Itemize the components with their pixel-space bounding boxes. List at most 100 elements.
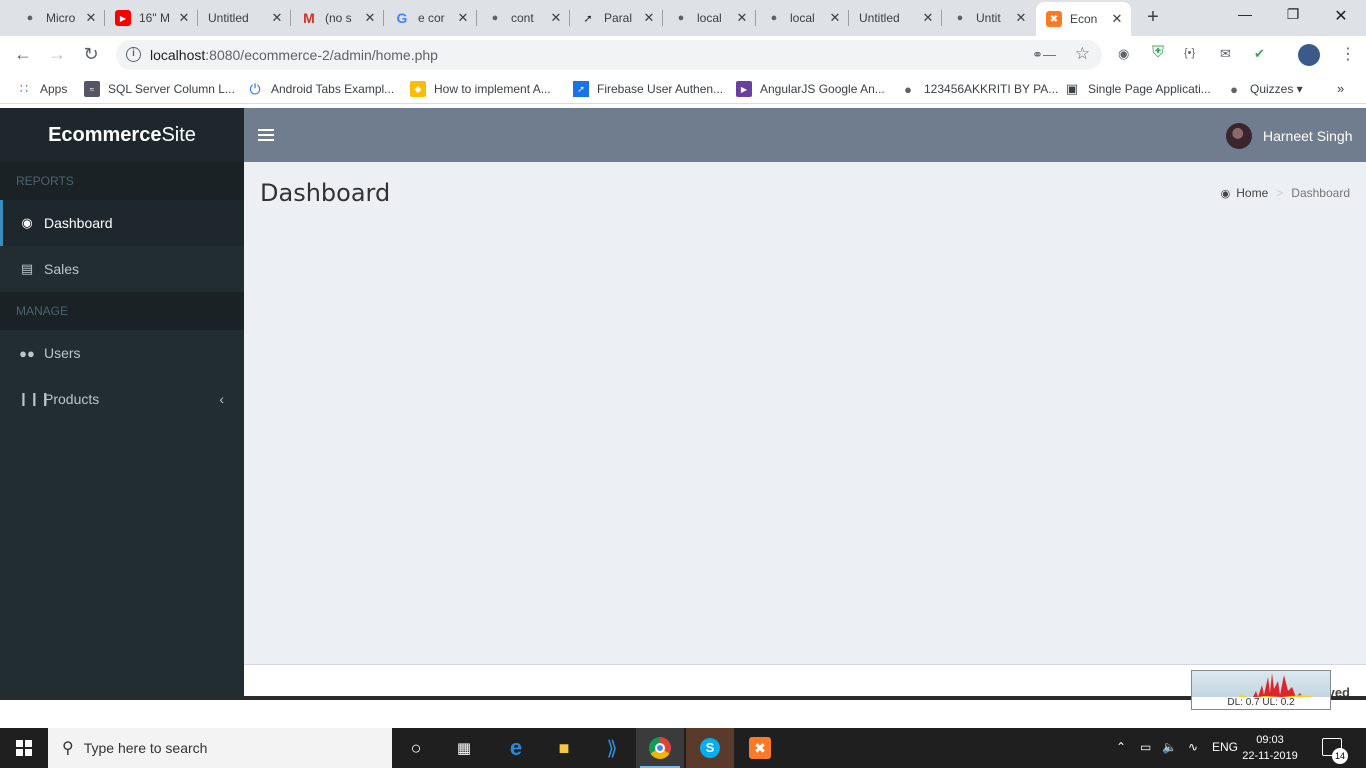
close-icon[interactable]: ✕ xyxy=(269,10,285,26)
wifi-icon[interactable]: ∿ xyxy=(1188,740,1198,754)
window-bottom-border xyxy=(0,696,1366,700)
browser-tab[interactable]: ● Untit ✕ xyxy=(942,4,1035,32)
network-meter-widget[interactable]: DL: 0.7 UL: 0.2 xyxy=(1191,670,1331,710)
browser-tab-active[interactable]: ✖ Econ ✕ xyxy=(1036,2,1131,36)
browser-tab[interactable]: Untitled ✕ xyxy=(198,4,291,32)
address-bar[interactable]: i localhost:8080/ecommerce-2/admin/home.… xyxy=(116,40,1102,70)
close-icon[interactable]: ✕ xyxy=(362,10,378,26)
bookmark-item[interactable]: ⏻ Android Tabs Exampl... xyxy=(247,81,394,97)
close-icon[interactable]: ✕ xyxy=(455,10,471,26)
bookmark-star-icon[interactable]: ☆ xyxy=(1075,44,1090,64)
sql-icon: ≈ xyxy=(84,81,100,97)
brand-logo[interactable]: EcommerceSite xyxy=(0,108,244,162)
browser-tab[interactable]: ➚ Paral ✕ xyxy=(570,4,663,32)
sidebar-item-dashboard[interactable]: ◉ Dashboard xyxy=(0,200,244,246)
chrome-icon xyxy=(649,737,671,759)
sidebar-item-sales[interactable]: ▤ Sales xyxy=(0,246,244,292)
breadcrumb-home[interactable]: ◉ Home xyxy=(1221,186,1269,200)
close-icon[interactable]: ✕ xyxy=(548,10,564,26)
battery-icon[interactable]: ▭ xyxy=(1140,740,1151,754)
clock-date: 22-11-2019 xyxy=(1242,750,1298,762)
checkmark-extension-icon[interactable]: ✔ xyxy=(1254,46,1265,62)
volume-icon[interactable]: 🔈 xyxy=(1162,740,1177,754)
tab-title: (no s xyxy=(325,11,352,25)
browser-tab[interactable]: M (no s ✕ xyxy=(291,4,384,32)
avatar[interactable] xyxy=(1226,123,1252,149)
windows-logo-icon xyxy=(16,740,32,756)
skype-icon[interactable]: S xyxy=(686,728,734,768)
file-explorer-icon[interactable]: ■ xyxy=(540,728,588,768)
browser-tab[interactable]: ▶ 16" M ✕ xyxy=(105,4,198,32)
close-icon[interactable]: ✕ xyxy=(1013,10,1029,26)
close-icon[interactable]: ✕ xyxy=(1109,11,1125,27)
language-indicator[interactable]: ENG xyxy=(1212,740,1238,754)
key-icon[interactable]: ⚭— xyxy=(1032,47,1056,63)
cortana-icon[interactable]: ○ xyxy=(392,728,440,768)
sidebar-item-products[interactable]: ❙❙❙ Products ‹ xyxy=(0,376,244,422)
youtube-icon: ▶ xyxy=(115,10,131,26)
close-icon[interactable]: ✕ xyxy=(827,10,843,26)
user-menu-name[interactable]: Harneet Singh xyxy=(1263,128,1353,144)
more-bookmarks-chevron-icon[interactable]: » xyxy=(1337,81,1344,96)
reload-button[interactable]: ↻ xyxy=(80,44,102,65)
shield-extension-icon[interactable]: ⛨ xyxy=(1152,44,1164,62)
money-icon: ▤ xyxy=(20,261,34,276)
profile-avatar[interactable] xyxy=(1298,44,1320,66)
chevron-left-icon[interactable]: ‹ xyxy=(219,391,224,407)
browser-tab[interactable]: Untitled ✕ xyxy=(849,4,942,32)
browser-tab[interactable]: G e cor ✕ xyxy=(384,4,477,32)
close-icon[interactable]: ✕ xyxy=(920,10,936,26)
bookmark-apps[interactable]: ∷ Apps xyxy=(16,81,68,97)
browser-tab[interactable]: ● local ✕ xyxy=(663,4,756,32)
xampp-taskbar-icon[interactable]: ✖ xyxy=(736,728,784,768)
bookmark-item[interactable]: ▣ Single Page Applicati... xyxy=(1064,81,1211,97)
globe-icon: ● xyxy=(904,81,912,97)
network-speed-label: DL: 0.7 UL: 0.2 xyxy=(1192,697,1330,709)
chrome-taskbar-icon[interactable] xyxy=(636,728,684,768)
info-icon[interactable]: i xyxy=(126,47,141,62)
bookmark-item[interactable]: ➚ Firebase User Authen... xyxy=(573,81,723,97)
json-extension-icon[interactable]: {•} xyxy=(1184,47,1195,59)
close-icon[interactable]: ✕ xyxy=(734,10,750,26)
taskbar-search-box[interactable]: ⚲ Type here to search xyxy=(48,728,392,768)
task-view-icon[interactable]: ▦ xyxy=(440,728,488,768)
edge-browser-icon[interactable]: e xyxy=(492,728,540,768)
sidebar-item-users[interactable]: ●● Users xyxy=(0,330,244,376)
new-tab-button[interactable]: + xyxy=(1143,6,1163,29)
forward-button[interactable]: → xyxy=(46,44,68,65)
users-icon: ●● xyxy=(19,345,35,361)
bookmark-item[interactable]: ● 123456AKKRITI BY PA... xyxy=(900,81,1058,97)
taskbar-clock[interactable]: 09:03 22-11-2019 xyxy=(1242,732,1298,764)
browser-tab-strip: ● Micro ✕ ▶ 16" M ✕ Untitled ✕ M (no s ✕… xyxy=(0,0,1366,36)
mail-extension-icon[interactable]: ✉ xyxy=(1220,46,1231,62)
close-icon[interactable]: ✕ xyxy=(83,10,99,26)
windows-taskbar: ⚲ Type here to search ○ ▦ e ■ ⟫ S ✖ ⌃ ▭ … xyxy=(0,728,1366,768)
notification-count-badge: 14 xyxy=(1332,748,1348,764)
bookmark-item[interactable]: ≈ SQL Server Column L... xyxy=(84,81,235,97)
tab-title: Untit xyxy=(976,11,1001,25)
close-icon[interactable]: ✕ xyxy=(176,10,192,26)
power-icon: ⏻ xyxy=(249,80,261,97)
google-icon: G xyxy=(396,10,408,26)
sidebar-toggle-hamburger-icon[interactable] xyxy=(258,123,274,147)
browser-tab[interactable]: ● Micro ✕ xyxy=(12,4,105,32)
breadcrumb-separator: > xyxy=(1276,186,1284,200)
browser-tab[interactable]: ● local ✕ xyxy=(756,4,849,32)
windows-start-button[interactable] xyxy=(0,728,48,768)
vscode-icon[interactable]: ⟫ xyxy=(588,728,636,768)
browser-tab[interactable]: ● cont ✕ xyxy=(477,4,570,32)
barcode-icon: ❙❙❙ xyxy=(18,391,51,406)
back-button[interactable]: ← xyxy=(12,44,34,65)
window-close-button[interactable]: ✕ xyxy=(1318,6,1364,26)
camera-extension-icon[interactable]: ◉ xyxy=(1118,46,1129,62)
sidebar-item-label: Sales xyxy=(44,261,80,277)
minimize-button[interactable]: — xyxy=(1222,6,1268,22)
gmail-icon: M xyxy=(303,10,315,26)
bookmark-item[interactable]: ◆ How to implement A... xyxy=(410,81,551,97)
restore-button[interactable]: ❐ xyxy=(1270,6,1316,23)
bookmark-item[interactable]: ▶ AngularJS Google An... xyxy=(736,81,885,97)
close-icon[interactable]: ✕ xyxy=(641,10,657,26)
show-hidden-icons-chevron-icon[interactable]: ⌃ xyxy=(1116,740,1126,754)
menu-kebab-icon[interactable]: ⋮ xyxy=(1340,44,1356,64)
bookmark-folder-quizzes[interactable]: ● Quizzes ▾ xyxy=(1226,81,1303,97)
